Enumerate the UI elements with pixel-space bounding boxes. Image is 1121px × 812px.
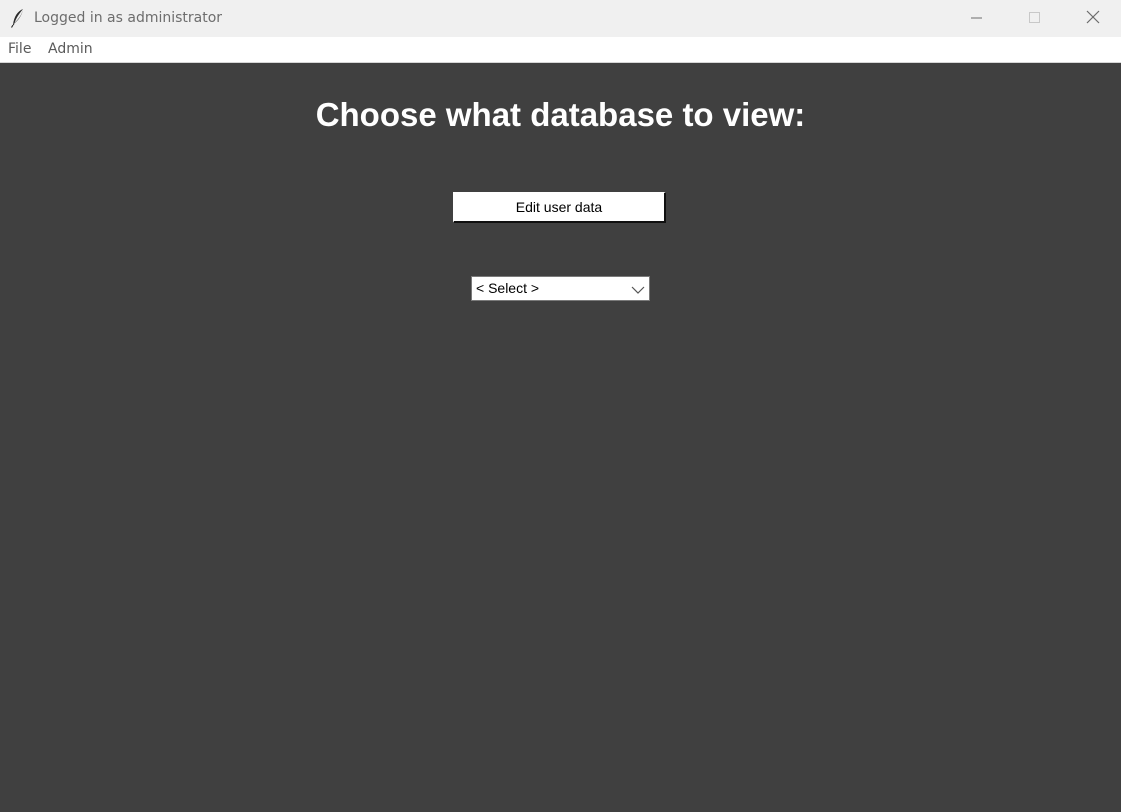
maximize-icon [1029, 9, 1041, 28]
menu-file[interactable]: File [8, 41, 31, 57]
minimize-button[interactable] [948, 0, 1006, 37]
select-value: < Select > [476, 280, 540, 296]
title-bar[interactable]: Logged in as administrator [0, 0, 1121, 37]
chevron-down-icon[interactable] [631, 283, 645, 295]
app-window: Logged in as administrator File Admin Ch… [0, 0, 1121, 812]
feather-icon [10, 8, 26, 28]
maximize-button[interactable] [1006, 0, 1064, 37]
window-title: Logged in as administrator [34, 10, 223, 26]
database-select[interactable]: < Select > [471, 276, 650, 301]
minimize-icon [971, 9, 983, 28]
edit-user-data-button[interactable]: Edit user data [453, 192, 666, 223]
close-icon [1086, 9, 1100, 28]
menu-admin[interactable]: Admin [48, 41, 93, 57]
page-heading: Choose what database to view: [315, 96, 806, 133]
close-button[interactable] [1064, 0, 1121, 37]
menu-bar: File Admin [0, 37, 1121, 63]
